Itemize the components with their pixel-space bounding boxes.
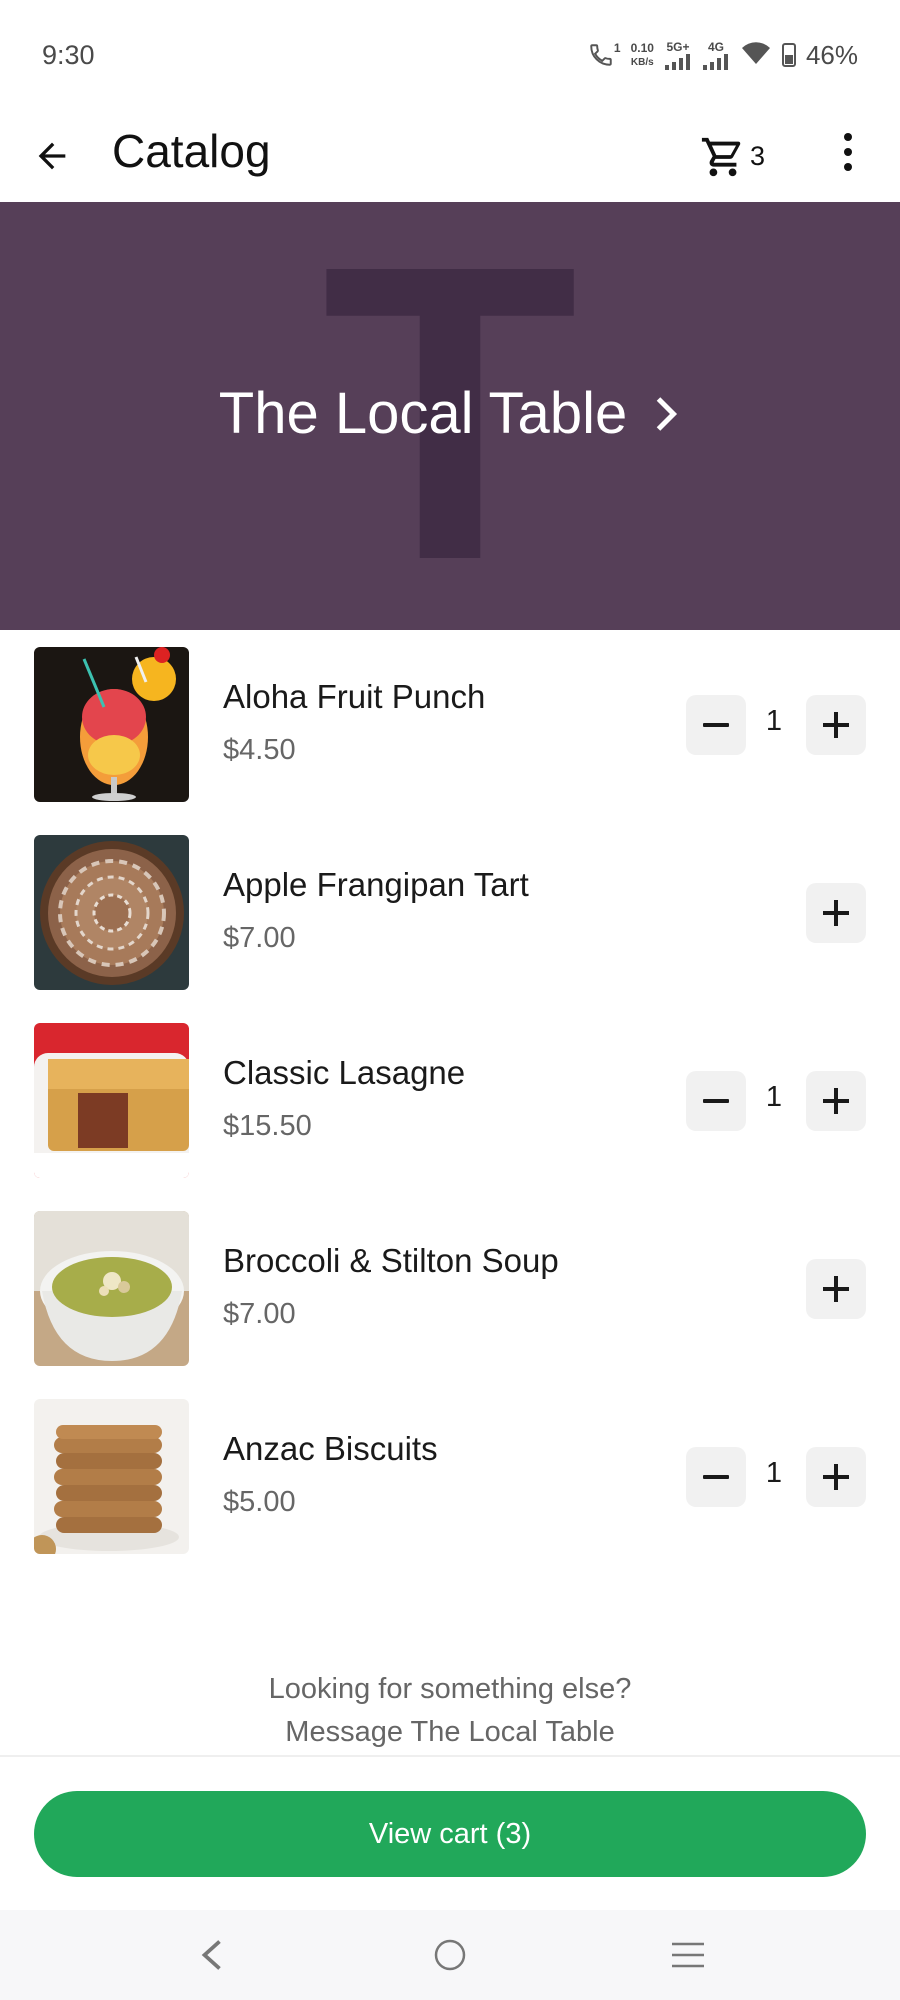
net-speed-value: 0.10 bbox=[630, 40, 654, 55]
nav-home-button[interactable] bbox=[420, 1930, 480, 1980]
system-nav-bar bbox=[0, 1910, 900, 2000]
quantity-value: 1 bbox=[765, 1081, 783, 1113]
signal-4g-label: 4G bbox=[707, 39, 724, 54]
circle-icon bbox=[434, 1939, 466, 1971]
plus-icon bbox=[823, 1276, 849, 1302]
item-price: $15.50 bbox=[223, 1110, 312, 1142]
item-price: $7.00 bbox=[223, 1298, 296, 1330]
item-price: $4.50 bbox=[223, 734, 296, 766]
call-icon: 1 bbox=[588, 42, 621, 68]
status-icons: 1 0.10 KB/s 5G+ 4G 46% bbox=[588, 40, 858, 71]
store-banner[interactable]: T The Local Table bbox=[0, 202, 900, 630]
page-title: Catalog bbox=[112, 125, 271, 177]
add-item-button[interactable] bbox=[806, 883, 866, 943]
minus-icon bbox=[703, 723, 729, 727]
chevron-right-icon bbox=[656, 396, 678, 431]
battery-icon bbox=[781, 43, 796, 67]
list-item[interactable]: Apple Frangipan Tart $7.00 bbox=[0, 818, 900, 1006]
message-store-prompt[interactable]: Looking for something else? Message The … bbox=[0, 1668, 900, 1754]
view-cart-button[interactable]: View cart (3) bbox=[34, 1791, 866, 1877]
status-time: 9:30 bbox=[42, 39, 95, 70]
net-speed: 0.10 KB/s bbox=[630, 40, 654, 69]
plus-icon bbox=[823, 1464, 849, 1490]
menu-icon bbox=[672, 1942, 704, 1968]
more-vert-icon bbox=[844, 133, 852, 141]
cart-count-badge: 3 bbox=[750, 141, 766, 171]
cart-button[interactable]: 3 bbox=[700, 120, 765, 180]
signal-5g-label: 5G+ bbox=[666, 39, 690, 54]
app-bar: Catalog 3 bbox=[0, 110, 900, 202]
message-prompt-line1: Looking for something else? bbox=[268, 1673, 632, 1705]
item-thumbnail-soup bbox=[34, 1211, 189, 1366]
cart-icon bbox=[701, 137, 741, 177]
decrease-quantity-button[interactable] bbox=[686, 1071, 746, 1131]
plus-icon bbox=[823, 712, 849, 738]
net-speed-unit: KB/s bbox=[630, 56, 654, 68]
item-price: $5.00 bbox=[223, 1486, 296, 1518]
store-name: The Local Table bbox=[218, 381, 628, 446]
more-vert-dot bbox=[844, 148, 852, 156]
store-title-link[interactable]: The Local Table bbox=[0, 380, 900, 447]
item-name: Aloha Fruit Punch bbox=[223, 678, 486, 715]
list-item[interactable]: Anzac Biscuits $5.00 1 bbox=[0, 1382, 900, 1570]
message-store-link[interactable]: Message The Local Table bbox=[0, 1711, 900, 1754]
item-name: Anzac Biscuits bbox=[223, 1430, 438, 1467]
chevron-left-icon bbox=[201, 1940, 221, 1970]
call-count: 1 bbox=[613, 41, 621, 55]
decrease-quantity-button[interactable] bbox=[686, 695, 746, 755]
list-item[interactable]: Classic Lasagne $15.50 1 bbox=[0, 1006, 900, 1194]
bottom-action-bar: View cart (3) bbox=[0, 1755, 900, 1910]
more-vert-dot bbox=[844, 163, 852, 171]
battery-percent: 46% bbox=[805, 39, 858, 70]
more-options-button[interactable] bbox=[828, 122, 868, 182]
decrease-quantity-button[interactable] bbox=[686, 1447, 746, 1507]
wifi-icon bbox=[740, 40, 772, 71]
minus-icon bbox=[703, 1099, 729, 1103]
list-item[interactable]: Broccoli & Stilton Soup $7.00 bbox=[0, 1194, 900, 1382]
nav-back-button[interactable] bbox=[182, 1930, 242, 1980]
quantity-value: 1 bbox=[765, 1457, 783, 1489]
item-price: $7.00 bbox=[223, 922, 296, 954]
increase-quantity-button[interactable] bbox=[806, 1071, 866, 1131]
status-bar: 9:30 1 0.10 KB/s 5G+ 4G 46% bbox=[0, 0, 900, 110]
item-name: Apple Frangipan Tart bbox=[223, 866, 529, 903]
signal-4g-icon: 4G bbox=[702, 39, 730, 70]
plus-icon bbox=[823, 1088, 849, 1114]
item-thumbnail-biscuits bbox=[34, 1399, 189, 1554]
increase-quantity-button[interactable] bbox=[806, 695, 866, 755]
list-item[interactable]: Aloha Fruit Punch $4.50 1 bbox=[0, 630, 900, 818]
item-name: Classic Lasagne bbox=[223, 1054, 466, 1091]
signal-5g-icon: 5G+ bbox=[664, 39, 692, 70]
minus-icon bbox=[703, 1475, 729, 1479]
catalog-list: Aloha Fruit Punch $4.50 1 Apple Frangipa… bbox=[0, 630, 900, 1570]
quantity-value: 1 bbox=[765, 705, 783, 737]
add-item-button[interactable] bbox=[806, 1259, 866, 1319]
increase-quantity-button[interactable] bbox=[806, 1447, 866, 1507]
item-thumbnail-apple-tart bbox=[34, 835, 189, 990]
item-thumbnail-fruit-punch bbox=[34, 647, 189, 802]
nav-menu-button[interactable] bbox=[658, 1930, 718, 1980]
arrow-left-icon bbox=[38, 142, 66, 170]
item-name: Broccoli & Stilton Soup bbox=[223, 1242, 559, 1279]
back-button[interactable] bbox=[26, 130, 78, 182]
plus-icon bbox=[823, 900, 849, 926]
item-thumbnail-lasagne bbox=[34, 1023, 189, 1178]
